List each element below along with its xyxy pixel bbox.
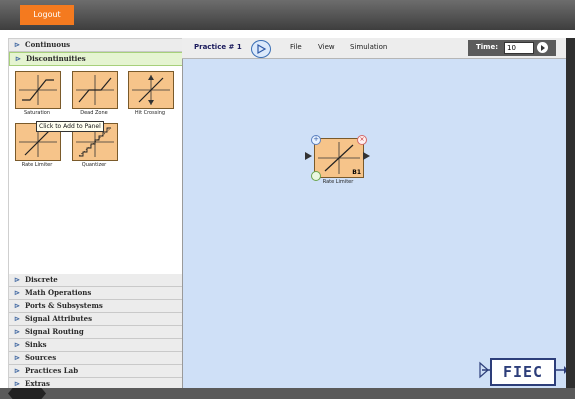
port-arrow-icon: ⊳	[14, 301, 20, 310]
port-arrow-icon: ⊳	[14, 288, 20, 297]
saturation-block[interactable]	[15, 71, 61, 109]
port-arrow-icon: ⊳	[14, 275, 20, 284]
port-arrow-icon: ⊳	[14, 353, 20, 362]
category-practices-lab[interactable]: ⊳ Practices Lab	[9, 365, 183, 378]
output-port-arrow	[363, 152, 370, 160]
category-label: Signal Attributes	[25, 314, 93, 323]
practice-title: Practice # 1	[194, 43, 242, 51]
block-label: Dead Zone	[80, 110, 108, 116]
fiec-logo: FIEC	[476, 351, 568, 386]
category-sources[interactable]: ⊳ Sources	[9, 352, 183, 365]
category-math-operations[interactable]: ⊳ Math Operations	[9, 287, 183, 300]
category-label: Signal Routing	[25, 327, 84, 336]
canvas-block-label: Rate Limiter	[322, 179, 354, 185]
play-circle-icon[interactable]	[251, 40, 271, 58]
category-label: Extras	[25, 379, 50, 388]
hit-crossing-icon	[132, 75, 170, 105]
category-ports-subsystems[interactable]: ⊳ Ports & Subsystems	[9, 300, 183, 313]
port-arrow-icon: ⊳	[14, 366, 20, 375]
time-control: Time: 10	[468, 40, 556, 56]
category-continuous[interactable]: ⊳ Continuous	[9, 39, 183, 52]
block-label: Quantizer	[81, 162, 107, 168]
category-label: Ports & Subsystems	[25, 301, 103, 310]
tooltip: Click to Add to Panel	[36, 121, 104, 132]
category-label: Sources	[25, 353, 57, 362]
port-arrow-icon: ⊳	[14, 340, 20, 349]
dead-zone-icon	[76, 75, 114, 105]
right-edge-panel	[566, 38, 575, 388]
time-input[interactable]: 10	[504, 42, 534, 54]
input-port-arrow	[305, 152, 312, 160]
block-label: Hit Crossing	[134, 110, 166, 116]
category-signal-attributes[interactable]: ⊳ Signal Attributes	[9, 313, 183, 326]
menu-file[interactable]: File	[290, 43, 302, 51]
category-label: Sinks	[25, 340, 47, 349]
top-bar: Logout	[0, 0, 575, 30]
category-label: Discontinuities	[26, 54, 86, 63]
library-panel: ⊳ Continuous ⊳ Discontinuities Saturation …	[8, 38, 185, 390]
category-label: Practices Lab	[25, 366, 79, 375]
canvas-toolbar: Practice # 1 File View Simulation Time: …	[182, 38, 566, 59]
collapse-tab[interactable]	[8, 388, 46, 399]
time-label: Time:	[476, 43, 499, 51]
run-icon[interactable]	[537, 42, 548, 53]
port-arrow-icon: ⊳	[14, 40, 20, 49]
menu-simulation[interactable]: Simulation	[350, 43, 387, 51]
saturation-icon	[19, 75, 57, 105]
category-signal-routing[interactable]: ⊳ Signal Routing	[9, 326, 183, 339]
block-id: B1	[352, 169, 361, 176]
hit-crossing-block[interactable]	[128, 71, 174, 109]
menu-view[interactable]: View	[318, 43, 335, 51]
category-label: Continuous	[25, 40, 71, 49]
port-arrow-icon: ⊳	[14, 314, 20, 323]
dead-zone-block[interactable]	[72, 71, 118, 109]
logout-button[interactable]: Logout	[20, 5, 74, 25]
block-label: Rate Limiter	[21, 162, 53, 168]
category-discontinuities[interactable]: ⊳ Discontinuities	[9, 52, 185, 66]
category-label: Math Operations	[25, 288, 92, 297]
model-canvas[interactable]	[182, 38, 567, 388]
category-discrete[interactable]: ⊳ Discrete	[9, 274, 183, 287]
logo-text: FIEC	[502, 363, 544, 381]
logo-box: FIEC	[490, 358, 556, 386]
add-port-icon[interactable]: +	[311, 135, 321, 145]
delete-block-icon[interactable]: ×	[357, 135, 367, 145]
bottom-bar	[0, 388, 575, 399]
port-arrow-icon: ⊳	[14, 327, 20, 336]
canvas-rate-limiter-block[interactable]: + × B1	[311, 135, 367, 181]
block-label: Saturation	[23, 110, 51, 116]
category-label: Discrete	[25, 275, 58, 284]
category-sinks[interactable]: ⊳ Sinks	[9, 339, 183, 352]
port-arrow-icon: ⊳	[15, 54, 21, 63]
